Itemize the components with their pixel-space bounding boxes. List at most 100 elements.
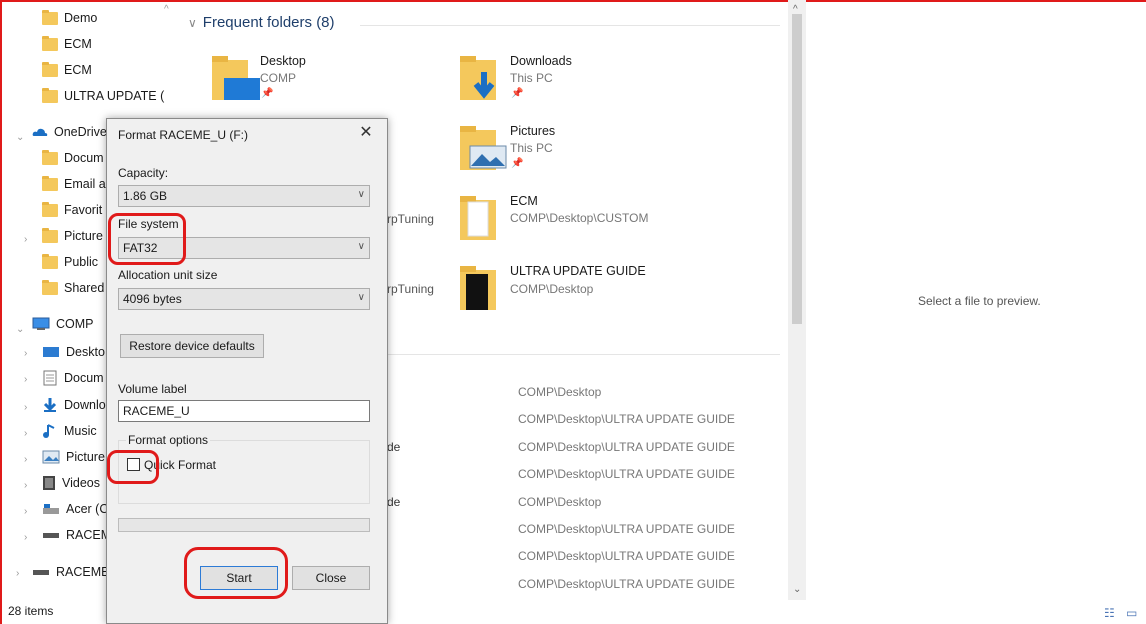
tile-desktop-name[interactable]: Desktop: [260, 54, 306, 68]
partial-tile-text: rpTuning: [387, 212, 434, 226]
scroll-down-icon[interactable]: ⌄: [793, 584, 801, 595]
folder-icon: [42, 279, 58, 295]
chevron-down-icon: ∨: [188, 15, 197, 30]
folder-icon: [42, 201, 58, 217]
tile-ecm-location: COMP\Desktop\CUSTOM: [510, 211, 649, 225]
capacity-select[interactable]: 1.86 GB ∨: [118, 185, 370, 207]
nav-item-favorites[interactable]: Favorit: [42, 198, 102, 222]
nav-item-demo[interactable]: Demo: [42, 6, 97, 30]
chevron-down-icon[interactable]: ⌄: [16, 133, 24, 143]
format-options-title: Format options: [126, 433, 211, 447]
desktop-folder-icon[interactable]: [210, 54, 262, 104]
chevron-right-icon[interactable]: ›: [24, 235, 32, 245]
downloads-folder-icon[interactable]: [458, 54, 510, 104]
partial-file-name: de: [387, 440, 401, 454]
highlight-start-button: [184, 547, 288, 599]
nav-item-email[interactable]: Email a: [42, 172, 106, 196]
chevron-right-icon[interactable]: ›: [16, 569, 24, 579]
nav-item-ecm-2[interactable]: ECM: [42, 58, 92, 82]
chevron-right-icon[interactable]: ›: [24, 533, 32, 543]
tile-desktop-location: COMP: [260, 71, 296, 85]
recent-file-path[interactable]: COMP\Desktop\ULTRA UPDATE GUIDE: [518, 522, 735, 536]
nav-item-videos[interactable]: Videos: [42, 471, 100, 495]
restore-defaults-button[interactable]: Restore device defaults: [120, 334, 264, 358]
nav-item-comp[interactable]: COMP: [32, 312, 94, 336]
chevron-right-icon[interactable]: ›: [24, 429, 32, 439]
desktop-icon: [43, 347, 59, 357]
music-icon: [43, 424, 55, 438]
nav-item-documents-pc[interactable]: Docum: [42, 366, 104, 390]
nav-item-downloads[interactable]: Downlo: [42, 393, 106, 417]
tile-ultra-update-name[interactable]: ULTRA UPDATE GUIDE: [510, 264, 646, 278]
header-divider: [360, 25, 780, 26]
preview-placeholder: Select a file to preview.: [918, 294, 1041, 308]
recent-file-path[interactable]: COMP\Desktop\ULTRA UPDATE GUIDE: [518, 440, 735, 454]
pictures-icon: [42, 450, 60, 464]
frequent-folders-header[interactable]: ∨ Frequent folders (8): [188, 14, 335, 31]
close-icon[interactable]: ✕: [357, 124, 375, 142]
chevron-right-icon[interactable]: ›: [24, 403, 32, 413]
allocation-unit-select[interactable]: 4096 bytes ∨: [118, 288, 370, 310]
highlight-file-system: [108, 213, 186, 265]
usb-drive-icon: [43, 533, 59, 538]
pin-icon: 📌: [511, 158, 524, 169]
recent-file-path[interactable]: COMP\Desktop: [518, 385, 601, 399]
nav-item-ecm[interactable]: ECM: [42, 32, 92, 56]
nav-item-shared[interactable]: Shared: [42, 276, 104, 300]
videos-icon: [43, 476, 55, 490]
folder-icon: [42, 227, 58, 243]
ultra-update-folder-icon[interactable]: [458, 264, 510, 314]
folder-icon: [42, 61, 58, 77]
ecm-folder-icon[interactable]: [458, 194, 510, 244]
recent-file-path[interactable]: COMP\Desktop\ULTRA UPDATE GUIDE: [518, 577, 735, 591]
nav-item-raceme-root[interactable]: RACEME: [32, 560, 109, 584]
nav-item-music[interactable]: Music: [42, 419, 97, 443]
nav-item-public[interactable]: Public: [42, 250, 98, 274]
partial-file-name: de: [387, 495, 401, 509]
close-button[interactable]: Close: [292, 566, 370, 590]
nav-item-ultra-update[interactable]: ULTRA UPDATE (: [42, 84, 164, 108]
recent-file-path[interactable]: COMP\Desktop\ULTRA UPDATE GUIDE: [518, 467, 735, 481]
scroll-up-icon[interactable]: ^: [793, 4, 798, 15]
nav-item-desktop[interactable]: Deskto: [42, 340, 105, 364]
drive-icon: [43, 504, 59, 514]
tile-downloads-location: This PC: [510, 71, 553, 85]
tile-downloads-name[interactable]: Downloads: [510, 54, 572, 68]
nav-scroll-up-icon[interactable]: ^: [164, 5, 172, 15]
tile-pictures-name[interactable]: Pictures: [510, 124, 555, 138]
volume-label-input[interactable]: RACEME_U: [118, 400, 370, 422]
tile-ultra-update-location: COMP\Desktop: [510, 282, 594, 296]
chevron-down-icon: ∨: [357, 292, 365, 303]
item-count: 28 items: [8, 604, 54, 618]
capacity-label: Capacity:: [118, 166, 169, 180]
chevron-right-icon[interactable]: ›: [24, 481, 32, 491]
chevron-right-icon[interactable]: ›: [24, 349, 32, 359]
highlight-quick-format: [107, 450, 159, 484]
recent-file-path[interactable]: COMP\Desktop\ULTRA UPDATE GUIDE: [518, 412, 735, 426]
nav-item-pictures[interactable]: Picture: [42, 224, 103, 248]
chevron-down-icon: ∨: [357, 241, 365, 252]
large-icons-view-icon[interactable]: ▭: [1126, 606, 1137, 620]
nav-item-raceme-drive[interactable]: RACEM: [42, 523, 111, 547]
recent-file-path[interactable]: COMP\Desktop: [518, 495, 601, 509]
nav-item-acer-drive[interactable]: Acer (C: [42, 497, 108, 521]
chevron-right-icon[interactable]: ›: [24, 507, 32, 517]
chevron-down-icon[interactable]: ⌄: [16, 325, 24, 335]
scrollbar-thumb[interactable]: [792, 14, 802, 324]
nav-item-pictures-pc[interactable]: Picture: [42, 445, 105, 469]
section-divider: [388, 354, 780, 355]
nav-item-onedrive[interactable]: OneDrive: [32, 120, 107, 144]
folder-icon: [42, 253, 58, 269]
folder-icon: [42, 175, 58, 191]
downloads-icon: [43, 398, 57, 412]
chevron-right-icon[interactable]: ›: [24, 455, 32, 465]
pin-icon: 📌: [261, 88, 274, 99]
folder-icon: [42, 35, 58, 51]
tile-ecm-name[interactable]: ECM: [510, 194, 538, 208]
pictures-folder-icon[interactable]: [458, 124, 510, 174]
nav-item-documents[interactable]: Docum: [42, 146, 104, 170]
recent-file-path[interactable]: COMP\Desktop\ULTRA UPDATE GUIDE: [518, 549, 735, 563]
details-view-icon[interactable]: ☷: [1104, 606, 1115, 620]
computer-icon: [32, 317, 50, 330]
chevron-right-icon[interactable]: ›: [24, 375, 32, 385]
